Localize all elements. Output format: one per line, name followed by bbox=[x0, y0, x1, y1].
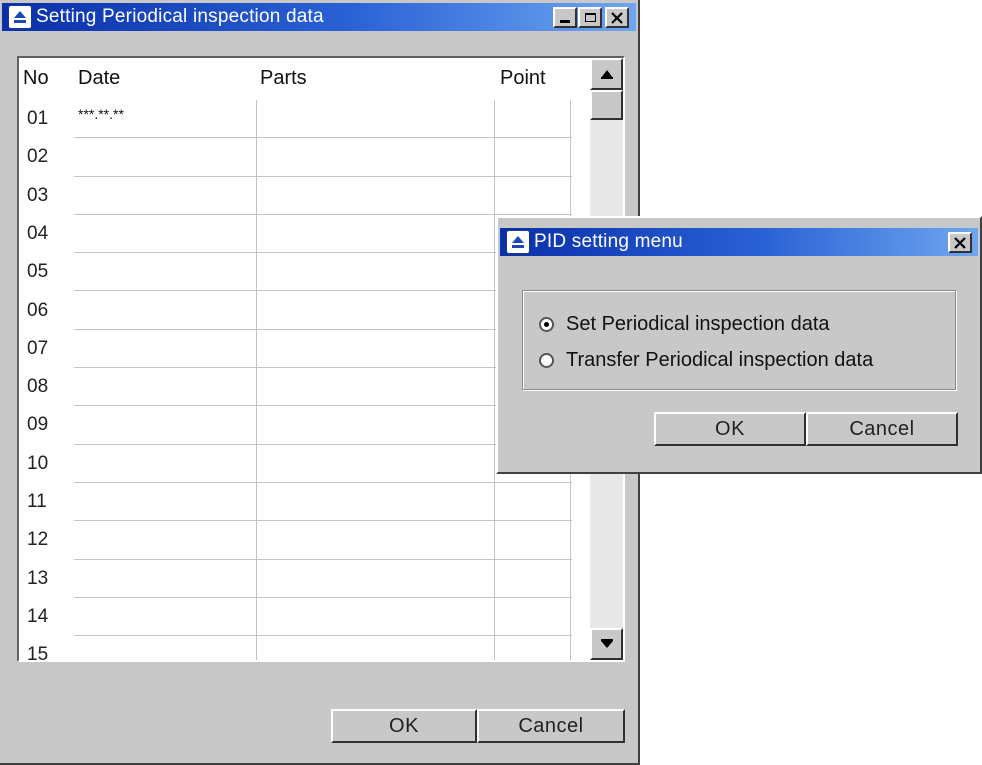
row-number: 12 bbox=[27, 529, 49, 551]
row-number: 09 bbox=[27, 414, 49, 436]
option-label: Transfer Periodical inspection data bbox=[566, 349, 874, 371]
row-number: 02 bbox=[27, 146, 49, 168]
row-number: 08 bbox=[27, 376, 49, 398]
table-row[interactable]: 12 bbox=[19, 521, 572, 560]
table-row[interactable]: 09 bbox=[19, 406, 572, 445]
option-transfer-periodical[interactable]: Transfer Periodical inspection data bbox=[539, 349, 873, 372]
radio-selected-dot bbox=[544, 322, 549, 327]
close-icon bbox=[611, 11, 623, 24]
table-row[interactable]: 02 bbox=[19, 138, 572, 177]
table-row[interactable]: 10 bbox=[19, 445, 572, 483]
row-number: 05 bbox=[27, 261, 49, 283]
maximize-icon bbox=[584, 13, 596, 22]
arrow-up-icon bbox=[600, 70, 613, 79]
row-number: 06 bbox=[27, 299, 49, 321]
pid-options-group: Set Periodical inspection data Transfer … bbox=[522, 290, 956, 390]
maximize-button[interactable] bbox=[578, 7, 602, 28]
dialog-cancel-button[interactable]: Cancel bbox=[806, 412, 958, 446]
column-header-no: No bbox=[23, 67, 49, 89]
table-row[interactable]: 14 bbox=[19, 598, 572, 637]
dialog-title: PID setting menu bbox=[534, 231, 683, 252]
table-row[interactable]: 06 bbox=[19, 292, 572, 330]
table-row[interactable]: 03 bbox=[19, 177, 572, 215]
main-cancel-button[interactable]: Cancel bbox=[477, 709, 625, 743]
row-number: 11 bbox=[27, 491, 47, 512]
row-number: 04 bbox=[27, 222, 49, 244]
main-titlebar[interactable]: Setting Periodical inspection data bbox=[2, 3, 636, 31]
dialog-ok-button[interactable]: OK bbox=[654, 412, 806, 446]
scroll-up-button[interactable] bbox=[590, 58, 623, 90]
row-number: 14 bbox=[27, 605, 49, 627]
option-set-periodical[interactable]: Set Periodical inspection data bbox=[539, 313, 830, 336]
table-row[interactable]: 01 ***.**.** bbox=[19, 100, 572, 139]
column-header-parts: Parts bbox=[260, 67, 307, 89]
row-date: ***.**.** bbox=[78, 106, 124, 122]
column-header-date: Date bbox=[78, 67, 121, 89]
row-number: 13 bbox=[27, 567, 49, 589]
dialog-titlebar[interactable]: PID setting menu bbox=[500, 228, 978, 256]
table-row[interactable]: 13 bbox=[19, 560, 572, 598]
row-number: 07 bbox=[27, 337, 49, 359]
table-row[interactable]: 11 bbox=[19, 483, 572, 522]
row-number: 10 bbox=[27, 452, 49, 474]
eject-icon bbox=[506, 230, 530, 254]
table-row[interactable]: 15 bbox=[19, 636, 572, 662]
dialog-close-button[interactable] bbox=[948, 232, 972, 253]
pid-setting-menu-dialog: PID setting menu Set Periodical inspecti… bbox=[496, 216, 982, 474]
option-label: Set Periodical inspection data bbox=[566, 313, 830, 335]
row-number: 01 bbox=[27, 108, 49, 129]
radio-button[interactable] bbox=[539, 353, 554, 368]
minimize-button[interactable] bbox=[553, 7, 577, 28]
row-number: 03 bbox=[27, 184, 49, 206]
table-row[interactable]: 05 bbox=[19, 253, 572, 292]
scroll-down-button[interactable] bbox=[590, 628, 623, 660]
table-row[interactable]: 08 bbox=[19, 368, 572, 407]
eject-icon bbox=[8, 5, 32, 29]
scrollbar-thumb[interactable] bbox=[590, 90, 623, 120]
main-window-title: Setting Periodical inspection data bbox=[36, 6, 324, 27]
close-button[interactable] bbox=[605, 7, 629, 28]
row-number: 15 bbox=[27, 644, 49, 662]
radio-button[interactable] bbox=[539, 317, 554, 332]
arrow-down-icon bbox=[600, 639, 613, 648]
main-ok-button[interactable]: OK bbox=[331, 709, 477, 743]
table-row[interactable]: 04 bbox=[19, 215, 572, 254]
column-header-point: Point bbox=[500, 67, 546, 89]
table-row[interactable]: 07 bbox=[19, 330, 572, 369]
close-icon bbox=[954, 236, 966, 249]
minimize-icon bbox=[560, 20, 570, 23]
